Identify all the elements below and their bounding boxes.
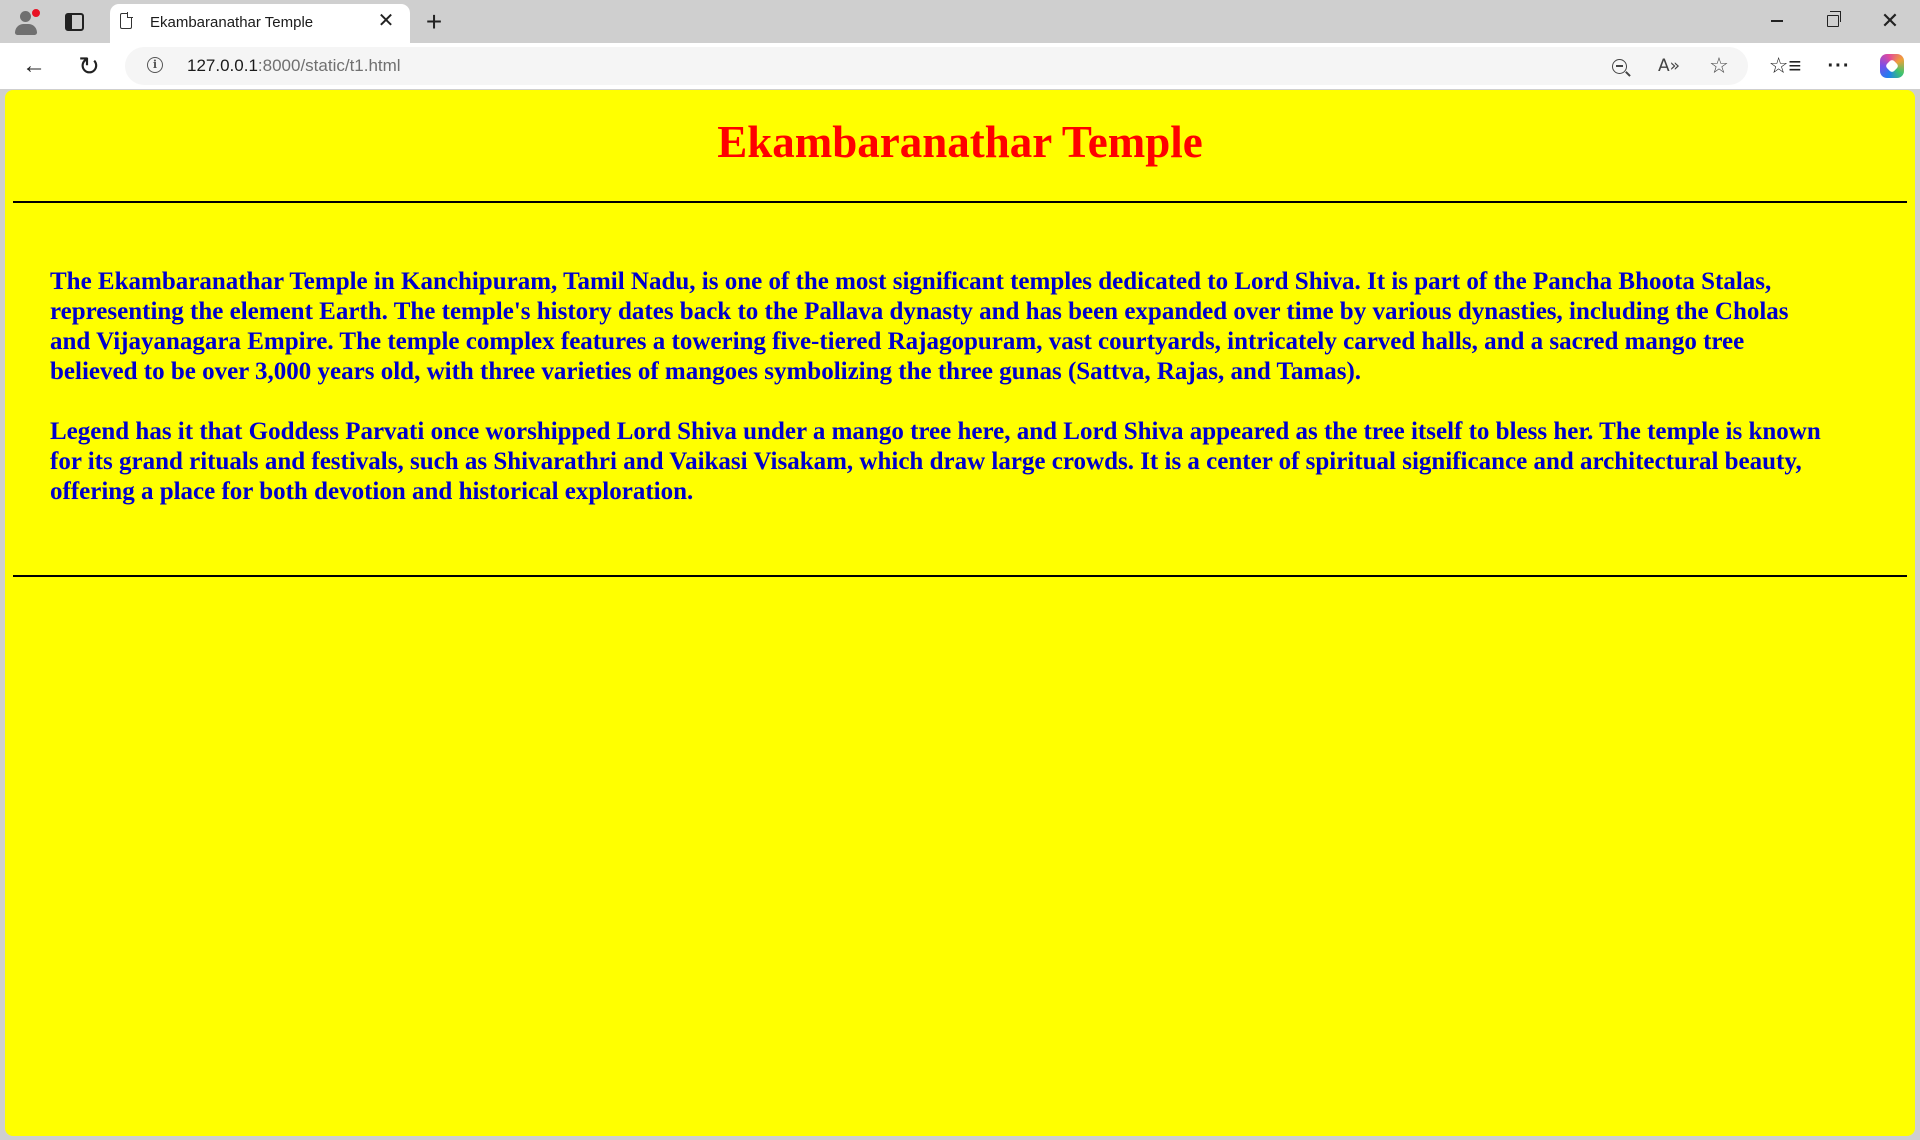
back-button[interactable]: ←	[17, 49, 51, 83]
favorites-icon[interactable]: ☆≡	[1768, 49, 1802, 83]
restore-button[interactable]	[1806, 4, 1860, 38]
top-divider	[13, 201, 1907, 203]
address-bar[interactable]: i 127.0.0.1:8000/static/t1.html A» ☆	[125, 47, 1748, 85]
zoom-out-icon[interactable]	[1605, 52, 1633, 80]
url-path: :8000/static/t1.html	[257, 56, 401, 75]
site-info-icon[interactable]: i	[147, 57, 163, 73]
more-options-icon[interactable]: ···	[1822, 49, 1856, 83]
minimize-icon	[1771, 20, 1783, 22]
window-close-button[interactable]: ✕	[1863, 4, 1917, 38]
paragraph-history: The Ekambaranathar Temple in Kanchipuram…	[50, 268, 1789, 385]
tab-actions-icon[interactable]	[58, 6, 90, 38]
browser-toolbar: ← ↻ i 127.0.0.1:8000/static/t1.html A» ☆…	[0, 43, 1920, 89]
article-content: The Ekambaranathar Temple in Kanchipuram…	[50, 267, 1825, 537]
profile-icon[interactable]	[10, 6, 42, 38]
reload-button[interactable]: ↻	[72, 49, 106, 83]
new-tab-button[interactable]: +	[418, 6, 450, 38]
add-favorite-icon[interactable]: ☆	[1705, 52, 1733, 80]
tab-title: Ekambaranathar Temple	[150, 14, 314, 31]
tab-strip: Ekambaranathar Temple ✕ + ✕	[0, 0, 1920, 43]
url-text[interactable]: 127.0.0.1:8000/static/t1.html	[187, 56, 401, 76]
copilot-icon[interactable]	[1875, 49, 1909, 83]
page-icon	[120, 12, 133, 29]
url-host: 127.0.0.1	[187, 56, 258, 75]
restore-icon	[1827, 11, 1841, 27]
page-viewport: Ekambaranathar Temple The Ekambaranathar…	[5, 90, 1915, 1136]
notification-dot	[31, 8, 41, 18]
paragraph-legend: Legend has it that Goddess Parvati once …	[50, 418, 1821, 505]
page-title: Ekambaranathar Temple	[717, 117, 1203, 167]
minimize-button[interactable]	[1750, 4, 1804, 38]
bottom-divider	[13, 575, 1907, 577]
read-aloud-icon[interactable]: A»	[1655, 52, 1683, 80]
tab-close-icon[interactable]: ✕	[374, 9, 398, 33]
tab-ekambaranathar-temple[interactable]: Ekambaranathar Temple ✕	[110, 4, 410, 43]
